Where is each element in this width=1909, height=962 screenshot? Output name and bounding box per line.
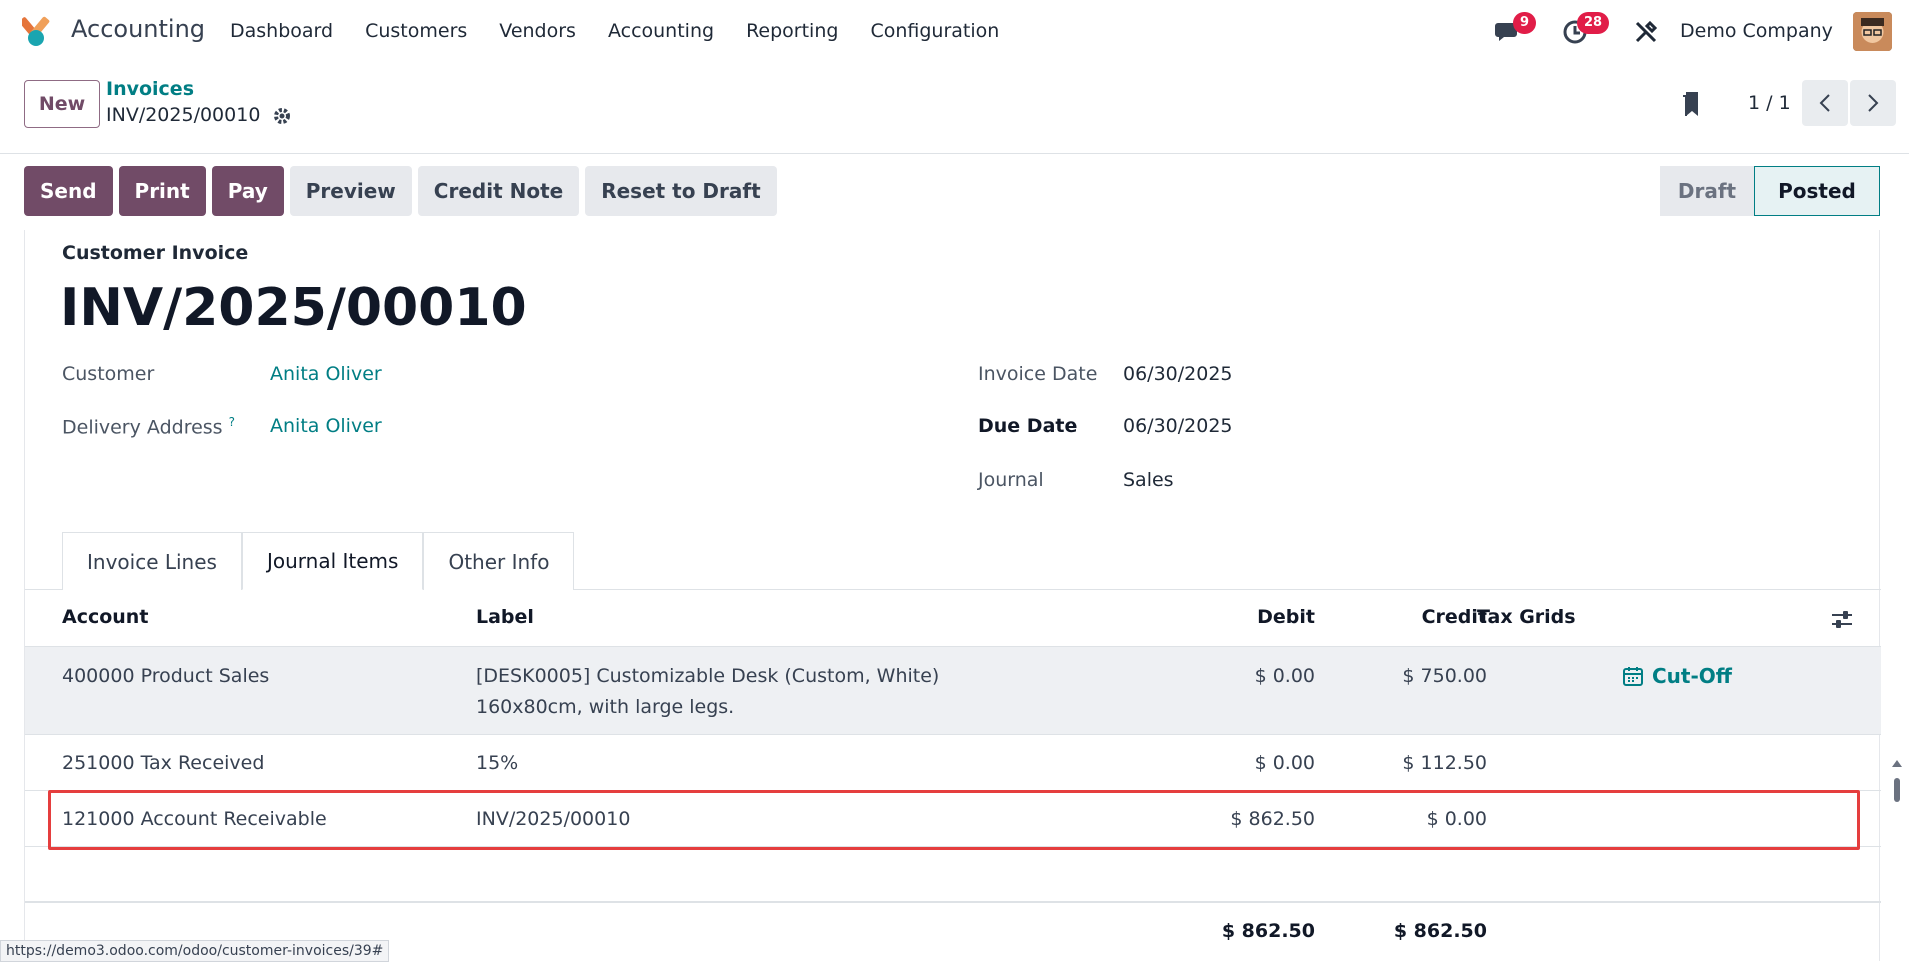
menu-dashboard[interactable]: Dashboard	[230, 20, 333, 42]
menu-vendors[interactable]: Vendors	[499, 20, 576, 42]
user-avatar[interactable]	[1853, 12, 1892, 51]
main-menu: Dashboard Customers Vendors Accounting R…	[230, 20, 1031, 42]
total-credit: $ 862.50	[1393, 920, 1487, 942]
document-name: INV/2025/00010	[60, 278, 527, 338]
customer-field[interactable]: Anita Oliver	[270, 363, 382, 385]
document-type: Customer Invoice	[62, 242, 249, 264]
help-tooltip-icon[interactable]: ?	[229, 415, 235, 429]
journal-label: Journal	[978, 469, 1044, 491]
new-button[interactable]: New	[24, 80, 100, 128]
column-label[interactable]: Label	[476, 606, 534, 628]
total-debit: $ 862.50	[1221, 920, 1315, 942]
messages-badge: 9	[1513, 12, 1537, 34]
breadcrumb-invoices[interactable]: Invoices	[106, 78, 194, 100]
gear-icon[interactable]	[272, 106, 292, 126]
tab-invoice-lines[interactable]: Invoice Lines	[62, 532, 242, 590]
bookmark-icon[interactable]	[1681, 90, 1703, 118]
calendar-icon	[1623, 667, 1643, 686]
row-credit: $ 750.00	[1402, 665, 1487, 687]
notebook-tabs: Invoice Lines Journal Items Other Info	[62, 532, 575, 590]
row-debit: $ 0.00	[1254, 752, 1315, 774]
tab-other-info[interactable]: Other Info	[423, 532, 575, 590]
row-label-line2: 160x80cm, with large legs.	[476, 696, 735, 718]
highlight-box	[48, 790, 1860, 850]
customer-label: Customer	[62, 363, 155, 385]
scrollbar[interactable]	[1891, 760, 1903, 820]
accounting-app-icon[interactable]	[22, 14, 56, 48]
column-credit[interactable]: Credit	[1345, 606, 1487, 628]
top-navbar: Accounting Dashboard Customers Vendors A…	[0, 0, 1909, 62]
print-button[interactable]: Print	[118, 166, 206, 216]
optional-columns-icon[interactable]	[1831, 610, 1853, 630]
status-bar: Draft Posted	[1660, 166, 1880, 216]
row-debit: $ 0.00	[1254, 665, 1315, 687]
action-buttons: Send Print Pay Preview Credit Note Reset…	[24, 166, 777, 216]
column-account[interactable]: Account	[62, 606, 148, 628]
app-name[interactable]: Accounting	[71, 15, 205, 43]
control-panel: New Invoices INV/2025/00010 1 / 1	[0, 62, 1909, 154]
activities-badge: 28	[1577, 12, 1610, 34]
form-sheet: Customer Invoice INV/2025/00010 Customer…	[24, 230, 1902, 961]
breadcrumb-current: INV/2025/00010	[106, 104, 261, 126]
row-account: 251000 Tax Received	[62, 752, 265, 774]
journal-field[interactable]: Sales	[1123, 469, 1174, 491]
pager-value[interactable]: 1 / 1	[1748, 92, 1791, 114]
pay-button[interactable]: Pay	[211, 166, 284, 216]
credit-note-button[interactable]: Credit Note	[417, 166, 580, 216]
invoice-date-label: Invoice Date	[978, 363, 1098, 385]
column-tax-grids[interactable]: Tax Grids	[1477, 606, 1576, 628]
delivery-address-label: Delivery Address ?	[62, 415, 235, 438]
due-date-label: Due Date	[978, 415, 1078, 437]
due-date-field[interactable]: 06/30/2025	[1123, 415, 1233, 437]
menu-reporting[interactable]: Reporting	[746, 20, 838, 42]
tools-icon[interactable]	[1634, 20, 1658, 44]
table-row[interactable]: 400000 Product Sales [DESK0005] Customiz…	[25, 647, 1881, 735]
send-button[interactable]: Send	[24, 166, 113, 216]
pager-previous-button[interactable]	[1802, 80, 1848, 126]
table-row[interactable]: 251000 Tax Received 15% $ 0.00 $ 112.50	[25, 735, 1881, 791]
status-posted[interactable]: Posted	[1754, 166, 1880, 216]
menu-accounting[interactable]: Accounting	[608, 20, 714, 42]
reset-to-draft-button[interactable]: Reset to Draft	[585, 166, 777, 216]
tab-journal-items[interactable]: Journal Items	[241, 532, 424, 590]
status-url: https://demo3.odoo.com/odoo/customer-inv…	[0, 940, 390, 962]
column-debit[interactable]: Debit	[1175, 606, 1315, 628]
menu-customers[interactable]: Customers	[365, 20, 467, 42]
pager-next-button[interactable]	[1850, 80, 1896, 126]
preview-button[interactable]: Preview	[289, 166, 412, 216]
row-account: 400000 Product Sales	[62, 665, 270, 687]
delivery-address-label-text: Delivery Address	[62, 416, 223, 439]
company-switcher[interactable]: Demo Company	[1680, 20, 1833, 42]
chevron-left-icon	[1819, 94, 1830, 112]
row-label: [DESK0005] Customizable Desk (Custom, Wh…	[476, 665, 940, 687]
invoice-date-field[interactable]: 06/30/2025	[1123, 363, 1233, 385]
cut-off-button[interactable]: Cut-Off	[1652, 664, 1732, 688]
delivery-address-field[interactable]: Anita Oliver	[270, 415, 382, 437]
row-credit: $ 112.50	[1402, 752, 1487, 774]
row-label: 15%	[476, 752, 519, 774]
chevron-right-icon	[1868, 94, 1879, 112]
empty-row[interactable]	[25, 847, 1881, 903]
table-header: Account Label Debit Credit Tax Grids	[25, 590, 1881, 647]
status-draft[interactable]: Draft	[1660, 166, 1754, 216]
menu-configuration[interactable]: Configuration	[870, 20, 999, 42]
